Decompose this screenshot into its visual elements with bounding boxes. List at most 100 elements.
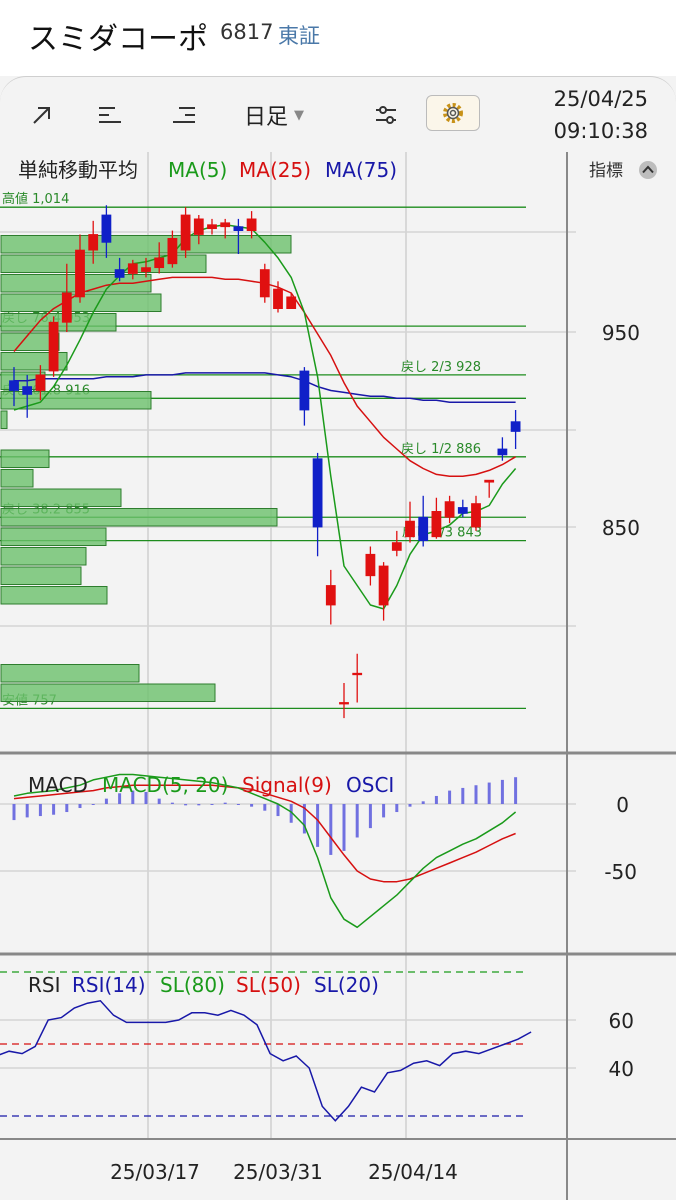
chart-toolbar: 日足 ▼ 25/04/25 09:10:38 <box>0 76 676 153</box>
ma-legend-item: MA(75) <box>325 158 397 182</box>
osci-bar <box>355 804 359 838</box>
osci-bar <box>368 804 372 829</box>
lines-left-icon[interactable] <box>92 97 128 133</box>
osci-bar <box>157 798 161 804</box>
fib-label: 高値 1,014 <box>2 191 69 207</box>
candle-body <box>88 234 99 251</box>
osci-bar <box>487 782 491 804</box>
x-tick-label: 25/03/31 <box>233 1160 323 1184</box>
candle-body <box>127 263 138 274</box>
osci-bar <box>434 795 438 804</box>
y-tick-label: 60 <box>609 1009 634 1033</box>
macd-legend-item: MACD(5, 20) <box>102 773 228 797</box>
volume-profile-bar <box>0 235 292 254</box>
osci-bar <box>448 790 452 804</box>
candle-body <box>220 222 231 228</box>
osci-bar <box>421 801 425 804</box>
stock-name: スミダコーポ <box>28 22 208 57</box>
volume-profile-bar <box>0 449 50 468</box>
fib-label: 戻し 1/2 886 <box>401 442 481 457</box>
candle-body <box>391 542 402 551</box>
candle-body <box>180 214 191 251</box>
date-label: 25/04/25 <box>553 87 648 111</box>
candle-body <box>497 448 508 456</box>
volume-profile-bar <box>0 313 117 332</box>
volume-profile-bar <box>0 469 34 488</box>
timeframe-select[interactable]: 日足 ▼ <box>244 97 304 133</box>
rsi-legend-item: SL(80) <box>160 973 225 997</box>
osci-bar <box>104 798 108 804</box>
candle-body <box>405 520 415 538</box>
osci-bar <box>210 804 214 805</box>
candle <box>180 207 191 258</box>
volume-profile-bar <box>0 586 108 605</box>
macd-legend-item: OSCI <box>346 773 394 797</box>
candle-body <box>418 516 429 542</box>
candle-body <box>154 257 165 269</box>
candle-body <box>484 479 495 483</box>
candle-body <box>141 267 151 272</box>
chevron-down-icon: ▼ <box>294 107 305 123</box>
chevron-up-icon <box>639 161 657 179</box>
candle <box>259 263 270 303</box>
candle-body <box>9 380 19 391</box>
x-tick-label: 25/03/17 <box>110 1160 200 1184</box>
candle-body <box>233 226 244 231</box>
osci-bar <box>263 804 267 811</box>
volume-profile-bar <box>0 410 8 429</box>
candle-body <box>312 458 323 528</box>
osci-bar <box>500 779 504 804</box>
volume-profile-bar <box>0 488 122 507</box>
ma-legend-item: MA(25) <box>239 158 311 182</box>
candle-body <box>273 288 283 310</box>
osci-bar <box>250 804 254 807</box>
rsi-legend-item: RSI(14) <box>72 973 146 997</box>
candle-body <box>286 296 297 309</box>
osci-bar <box>461 787 465 804</box>
osci-bar <box>514 777 518 804</box>
candle-body <box>35 374 46 391</box>
osci-bar <box>316 804 320 847</box>
stock-code: 6817 <box>220 20 274 44</box>
osci-bar <box>78 804 82 809</box>
volume-profile-bar <box>0 527 107 546</box>
candle-body <box>444 501 455 518</box>
volume-profile-bar <box>0 664 140 683</box>
candle <box>48 316 59 377</box>
candle-body <box>167 238 178 265</box>
candle-body <box>339 702 349 705</box>
osci-bar <box>25 804 29 818</box>
volume-profile-bar <box>0 508 278 527</box>
osci-bar <box>12 804 16 821</box>
lines-right-icon[interactable] <box>166 97 202 133</box>
rsi-legend-item: SL(50) <box>236 973 301 997</box>
market-label[interactable]: 東証 <box>278 20 320 50</box>
candle-body <box>114 269 125 278</box>
osci-bar <box>236 804 240 805</box>
candle-body <box>325 585 336 606</box>
candle-body <box>378 565 389 606</box>
candle-body <box>365 553 376 577</box>
osci-bar <box>474 785 478 804</box>
candle-body <box>22 386 33 395</box>
candle-body <box>61 292 72 323</box>
y-tick-label: 950 <box>602 321 640 345</box>
osci-bar <box>342 804 346 851</box>
macd-legend-item: MACD <box>28 773 88 797</box>
time-label: 09:10:38 <box>553 119 648 143</box>
candle-body <box>101 214 112 243</box>
rsi-legend-item: SL(20) <box>314 973 379 997</box>
chart-area[interactable]: 高値 1,014戻し 76.4 953戻し 2/3 928戻し 61.8 916… <box>0 152 676 1200</box>
datetime: 25/04/25 09:10:38 <box>554 83 648 147</box>
osci-bar <box>184 804 188 806</box>
ma-legend-item: 単純移動平均 <box>18 158 138 182</box>
sliders-icon[interactable] <box>368 97 404 133</box>
gear-icon[interactable] <box>426 95 480 131</box>
osci-bar <box>276 804 280 817</box>
osci-bar <box>197 804 201 806</box>
candle-body <box>352 672 363 676</box>
osci-bar <box>91 804 95 805</box>
macd-legend-item: Signal(9) <box>242 773 332 797</box>
candle-body <box>431 510 442 538</box>
arrow-up-right-icon[interactable] <box>24 97 60 133</box>
